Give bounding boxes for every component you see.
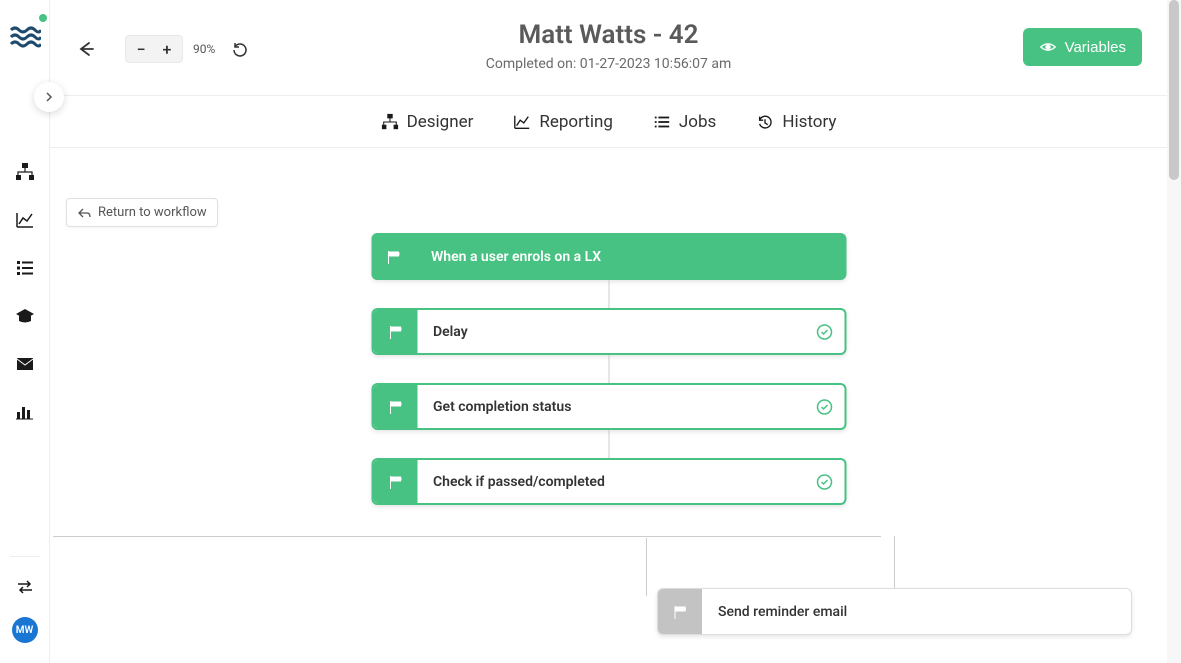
workflow-canvas[interactable]: Return to workflow When a user enrols on… bbox=[50, 148, 1167, 663]
tab-reporting[interactable]: Reporting bbox=[513, 112, 613, 132]
connector bbox=[894, 536, 895, 589]
flag-icon bbox=[387, 474, 403, 490]
expand-sidebar-button[interactable] bbox=[34, 82, 64, 112]
chart-line-icon bbox=[15, 210, 35, 230]
zoom-level: 90% bbox=[193, 42, 215, 56]
notification-dot bbox=[39, 14, 47, 22]
node-label: When a user enrols on a LX bbox=[415, 233, 846, 280]
workflow-node-delay[interactable]: Delay bbox=[371, 308, 846, 355]
divider bbox=[10, 556, 40, 557]
workflow-node-get-completion[interactable]: Get completion status bbox=[371, 383, 846, 430]
node-status bbox=[804, 310, 844, 353]
undo-icon bbox=[230, 39, 250, 59]
node-label: Check if passed/completed bbox=[417, 460, 804, 503]
flag-icon bbox=[387, 324, 403, 340]
zoom-out-button[interactable]: − bbox=[131, 39, 151, 59]
reply-icon bbox=[77, 207, 91, 219]
flag-icon bbox=[385, 249, 401, 265]
chevron-right-icon bbox=[44, 92, 54, 102]
list-icon bbox=[653, 113, 671, 131]
app-logo[interactable] bbox=[9, 20, 41, 52]
list-icon bbox=[15, 258, 35, 278]
sidebar-item-sitemap[interactable] bbox=[15, 162, 35, 182]
workflow-node-check-passed[interactable]: Check if passed/completed bbox=[371, 458, 846, 505]
return-to-workflow-button[interactable]: Return to workflow bbox=[66, 198, 218, 227]
check-circle-icon bbox=[816, 399, 832, 415]
connector bbox=[53, 536, 881, 537]
scrollbar-thumb[interactable] bbox=[1169, 0, 1179, 180]
tab-history[interactable]: History bbox=[756, 112, 836, 132]
logo-icon bbox=[9, 20, 41, 52]
node-icon-block bbox=[658, 589, 702, 634]
sidebar: MW bbox=[0, 0, 50, 663]
flag-icon bbox=[672, 604, 688, 620]
connector bbox=[608, 430, 609, 458]
return-label: Return to workflow bbox=[98, 205, 207, 220]
tabs: Designer Reporting Jobs History bbox=[50, 96, 1167, 148]
zoom-controls: − + 90% bbox=[125, 35, 250, 63]
arrow-left-icon bbox=[75, 39, 95, 59]
reset-zoom-button[interactable] bbox=[230, 39, 250, 59]
node-icon-block bbox=[373, 460, 417, 503]
eye-icon bbox=[1039, 38, 1057, 56]
node-icon-block bbox=[373, 385, 417, 428]
tab-jobs[interactable]: Jobs bbox=[653, 112, 716, 132]
tab-label: History bbox=[782, 112, 836, 132]
tab-designer[interactable]: Designer bbox=[381, 112, 474, 132]
avatar[interactable]: MW bbox=[12, 617, 38, 643]
check-circle-icon bbox=[816, 474, 832, 490]
sidebar-item-graduation[interactable] bbox=[15, 306, 35, 326]
zoom-group: − + bbox=[125, 35, 183, 63]
swap-icon bbox=[15, 577, 35, 597]
workflow-column: When a user enrols on a LX Delay Get com… bbox=[371, 233, 846, 505]
main: − + 90% Matt Watts - 42 Completed on: 01… bbox=[50, 0, 1167, 663]
history-icon bbox=[756, 113, 774, 131]
bar-chart-icon bbox=[15, 402, 35, 422]
topbar-left: − + 90% bbox=[75, 35, 250, 63]
workflow-node-trigger[interactable]: When a user enrols on a LX bbox=[371, 233, 846, 280]
sidebar-item-list[interactable] bbox=[15, 258, 35, 278]
workflow-node-send-reminder[interactable]: Send reminder email bbox=[657, 588, 1132, 635]
check-circle-icon bbox=[816, 324, 832, 340]
sidebar-item-envelope[interactable] bbox=[15, 354, 35, 374]
node-label: Delay bbox=[417, 310, 804, 353]
node-label: Send reminder email bbox=[702, 589, 1131, 634]
topbar: − + 90% Matt Watts - 42 Completed on: 01… bbox=[50, 0, 1167, 96]
envelope-icon bbox=[15, 354, 35, 374]
node-icon-block bbox=[371, 233, 415, 280]
vertical-scrollbar[interactable] bbox=[1167, 0, 1181, 663]
node-label: Get completion status bbox=[417, 385, 804, 428]
tab-label: Jobs bbox=[679, 112, 716, 132]
sitemap-icon bbox=[381, 113, 399, 131]
branch-row: Send reminder email bbox=[657, 588, 1132, 635]
node-status bbox=[804, 460, 844, 503]
zoom-in-button[interactable]: + bbox=[157, 39, 177, 59]
graduation-cap-icon bbox=[15, 306, 35, 326]
variables-button[interactable]: Variables bbox=[1023, 28, 1142, 66]
tab-label: Reporting bbox=[539, 112, 613, 132]
title-block: Matt Watts - 42 Completed on: 01-27-2023… bbox=[486, 20, 732, 72]
sidebar-bottom: MW bbox=[10, 556, 40, 643]
page-subtitle: Completed on: 01-27-2023 10:56:07 am bbox=[486, 56, 732, 72]
connector bbox=[646, 538, 647, 596]
sitemap-icon bbox=[15, 162, 35, 182]
sidebar-item-swap[interactable] bbox=[15, 577, 35, 597]
chart-line-icon bbox=[513, 113, 531, 131]
sidebar-item-chart[interactable] bbox=[15, 210, 35, 230]
sidebar-item-barchart[interactable] bbox=[15, 402, 35, 422]
connector bbox=[608, 355, 609, 383]
back-button[interactable] bbox=[75, 39, 95, 59]
node-icon-block bbox=[373, 310, 417, 353]
tab-label: Designer bbox=[407, 112, 474, 132]
sidebar-nav bbox=[15, 162, 35, 422]
page-title: Matt Watts - 42 bbox=[486, 20, 732, 50]
node-status bbox=[804, 385, 844, 428]
connector bbox=[608, 280, 609, 308]
variables-label: Variables bbox=[1065, 39, 1126, 56]
flag-icon bbox=[387, 399, 403, 415]
